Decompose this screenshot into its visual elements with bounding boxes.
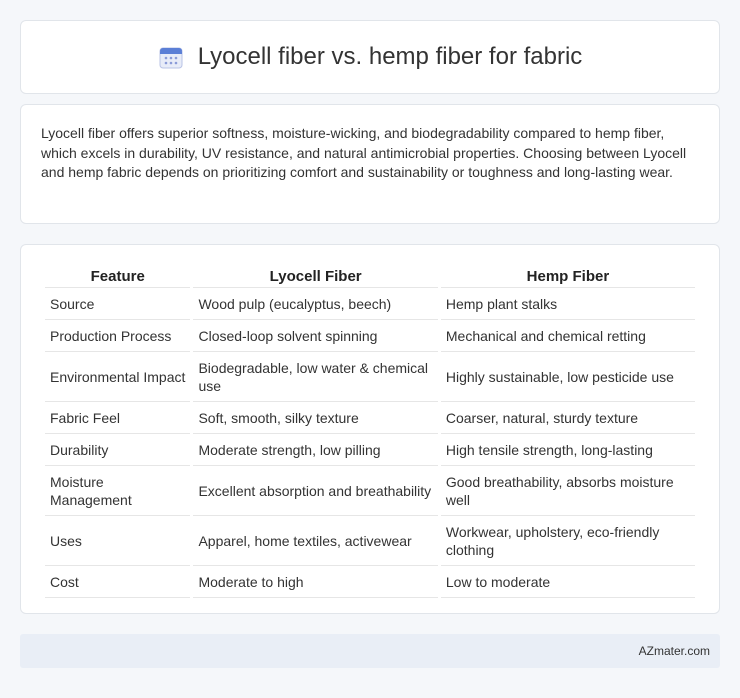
comparison-table: Feature Lyocell Fiber Hemp Fiber Source … <box>42 265 698 598</box>
feature-cell: Moisture Management <box>45 466 191 516</box>
calendar-icon <box>158 44 184 70</box>
table-row: Fabric Feel Soft, smooth, silky texture … <box>45 402 695 434</box>
feature-cell: Production Process <box>45 320 191 352</box>
feature-cell: Fabric Feel <box>45 402 191 434</box>
lyocell-cell: Soft, smooth, silky texture <box>193 402 438 434</box>
lyocell-cell: Wood pulp (eucalyptus, beech) <box>193 288 438 320</box>
lyocell-cell: Excellent absorption and breathability <box>193 466 438 516</box>
table-header-row: Feature Lyocell Fiber Hemp Fiber <box>45 265 695 288</box>
page-title: Lyocell fiber vs. hemp fiber for fabric <box>197 43 583 70</box>
table-row: Production Process Closed-loop solvent s… <box>45 320 695 352</box>
column-header-hemp: Hemp Fiber <box>440 265 695 288</box>
hemp-cell: Highly sustainable, low pesticide use <box>440 352 695 402</box>
table-row: Source Wood pulp (eucalyptus, beech) Hem… <box>45 288 695 320</box>
hemp-cell: Mechanical and chemical retting <box>440 320 695 352</box>
feature-cell: Uses <box>45 516 191 566</box>
table-card: Feature Lyocell Fiber Hemp Fiber Source … <box>20 244 720 614</box>
feature-cell: Environmental Impact <box>45 352 191 402</box>
feature-cell: Durability <box>45 434 191 466</box>
feature-cell: Source <box>45 288 191 320</box>
column-header-lyocell: Lyocell Fiber <box>193 265 438 288</box>
hemp-cell: Hemp plant stalks <box>440 288 695 320</box>
title-wrap: Lyocell fiber vs. hemp fiber for fabric <box>158 43 583 71</box>
lyocell-cell: Biodegradable, low water & chemical use <box>193 352 438 402</box>
hemp-cell: Workwear, upholstery, eco-friendly cloth… <box>440 516 695 566</box>
table-row: Durability Moderate strength, low pillin… <box>45 434 695 466</box>
hemp-cell: Low to moderate <box>440 566 695 598</box>
hemp-cell: Good breathability, absorbs moisture wel… <box>440 466 695 516</box>
lyocell-cell: Moderate to high <box>193 566 438 598</box>
table-row: Moisture Management Excellent absorption… <box>45 466 695 516</box>
hemp-cell: Coarser, natural, sturdy texture <box>440 402 695 434</box>
lyocell-cell: Apparel, home textiles, activewear <box>193 516 438 566</box>
lyocell-cell: Closed-loop solvent spinning <box>193 320 438 352</box>
feature-cell: Cost <box>45 566 191 598</box>
lyocell-cell: Moderate strength, low pilling <box>193 434 438 466</box>
hemp-cell: High tensile strength, long-lasting <box>440 434 695 466</box>
table-row: Uses Apparel, home textiles, activewear … <box>45 516 695 566</box>
footer-brand-link[interactable]: AZmater.com <box>639 644 710 658</box>
footer: AZmater.com <box>20 634 720 668</box>
table-row: Cost Moderate to high Low to moderate <box>45 566 695 598</box>
table-row: Environmental Impact Biodegradable, low … <box>45 352 695 402</box>
summary-card: Lyocell fiber offers superior softness, … <box>20 104 720 224</box>
title-card: Lyocell fiber vs. hemp fiber for fabric <box>20 20 720 94</box>
column-header-feature: Feature <box>45 265 191 288</box>
summary-text: Lyocell fiber offers superior softness, … <box>41 125 687 180</box>
